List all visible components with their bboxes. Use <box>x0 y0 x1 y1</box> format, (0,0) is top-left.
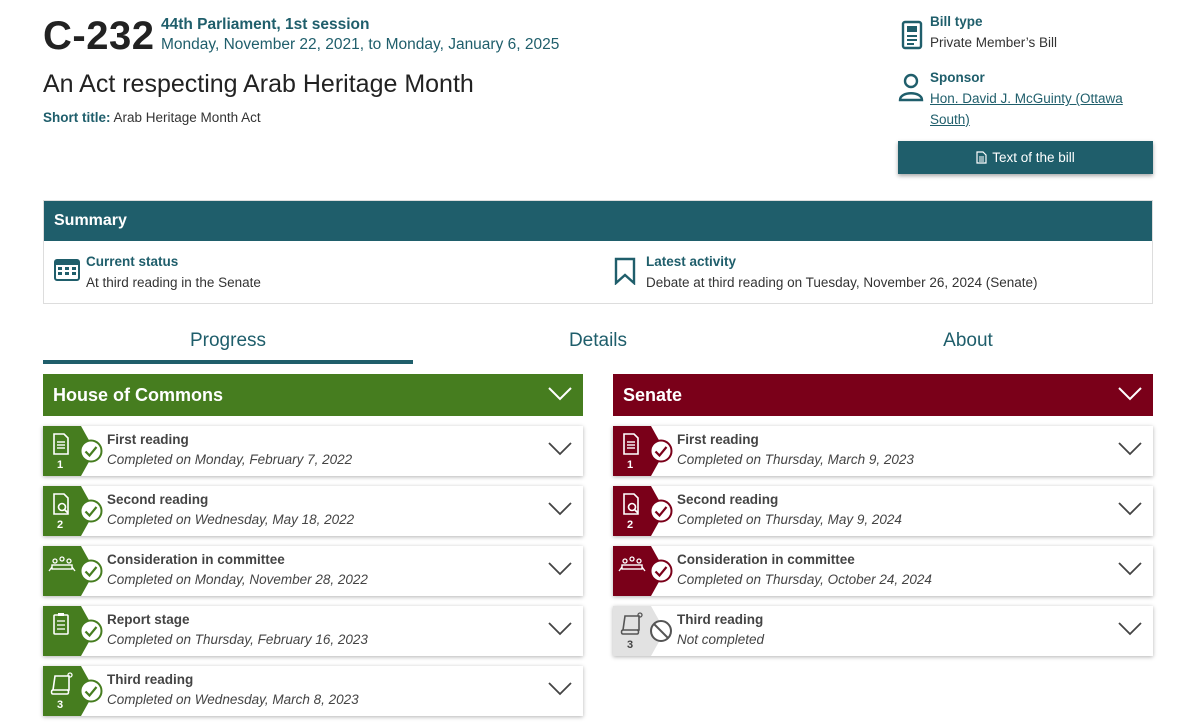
stage-name: Third reading <box>107 672 194 687</box>
bill-number: C-232 <box>43 14 155 58</box>
stage-name: Second reading <box>107 492 209 507</box>
bill-title: An Act respecting Arab Heritage Month <box>43 70 474 98</box>
stage-item[interactable]: Consideration in committee Completed on M… <box>43 546 583 596</box>
stage-name: First reading <box>677 432 759 447</box>
summary-heading: Summary <box>44 201 1152 241</box>
current-status-label: Current status <box>86 254 179 269</box>
bill-meta: Bill type Private Member’s Bill Sponsor … <box>898 12 1153 130</box>
check-circle-icon <box>649 439 673 463</box>
session-dates: Monday, November 22, 2021, to Monday, Ja… <box>161 36 560 53</box>
stage-date: Completed on Thursday, February 16, 2023 <box>107 632 368 647</box>
stage-item[interactable]: 3 Third reading Completed on Wednesday, Ma… <box>43 666 583 716</box>
bill-header: C-232 44th Parliament, 1st session Monda… <box>43 12 1153 182</box>
stage-number: 2 <box>627 519 634 531</box>
stage-date: Completed on Wednesday, March 8, 2023 <box>107 692 359 707</box>
stage-date: Completed on Thursday, October 24, 2024 <box>677 572 932 587</box>
chevron-down-icon[interactable] <box>1117 384 1143 404</box>
check-circle-icon <box>649 559 673 583</box>
bill-type-label: Bill type <box>930 14 983 29</box>
not-completed-icon <box>650 620 672 642</box>
bookmark-icon <box>614 257 636 285</box>
check-circle-icon <box>79 499 103 523</box>
chevron-down-icon[interactable] <box>547 499 573 519</box>
chevron-down-icon[interactable] <box>547 439 573 459</box>
chevron-down-icon[interactable] <box>547 619 573 639</box>
tab-details[interactable]: Details <box>413 326 783 364</box>
short-title-label: Short title: <box>43 110 111 125</box>
parliament-session: 44th Parliament, 1st session <box>161 16 370 33</box>
summary-panel: Summary Current status At third reading … <box>43 200 1153 304</box>
stage-name: Consideration in committee <box>107 552 285 567</box>
sponsor-label: Sponsor <box>930 70 985 85</box>
chevron-down-icon[interactable] <box>547 559 573 579</box>
senate-header[interactable]: Senate <box>613 374 1153 416</box>
stage-date: Completed on Wednesday, May 18, 2022 <box>107 512 355 527</box>
stage-name: Third reading <box>677 612 764 627</box>
stage-item[interactable]: 3 Third reading Not completed <box>613 606 1153 656</box>
chevron-down-icon[interactable] <box>1117 499 1143 519</box>
chevron-down-icon[interactable] <box>1117 439 1143 459</box>
stage-name: Second reading <box>677 492 779 507</box>
check-circle-icon <box>79 559 103 583</box>
check-circle-icon <box>649 499 673 523</box>
check-circle-icon <box>79 439 103 463</box>
tab-about[interactable]: About <box>783 326 1153 364</box>
check-circle-icon <box>79 619 103 643</box>
bill-type: Bill type Private Member’s Bill <box>898 12 1153 68</box>
stage-item[interactable]: Report stage Completed on Thursday, Febru… <box>43 606 583 656</box>
document-icon <box>901 20 923 50</box>
tab-bar: Progress Details About <box>43 326 1153 364</box>
sponsor-link[interactable]: Hon. David J. McGuinty (Ottawa South) <box>930 88 1153 130</box>
senate-stages: 1 First reading Completed on Thursday, Mar… <box>613 426 1153 656</box>
senate-title: Senate <box>623 385 683 405</box>
chevron-down-icon[interactable] <box>1117 559 1143 579</box>
current-status: Current status At third reading in the S… <box>54 253 261 295</box>
sponsor-link-line1[interactable]: Hon. David J. McGuinty (Ottawa <box>930 91 1123 106</box>
latest-activity-label: Latest activity <box>646 254 737 269</box>
person-icon <box>898 73 924 102</box>
stage-name: First reading <box>107 432 189 447</box>
stage-date: Completed on Monday, November 28, 2022 <box>107 572 368 587</box>
text-of-bill-label[interactable]: Text of the bill <box>992 150 1075 165</box>
chevron-down-icon[interactable] <box>1117 619 1143 639</box>
chevron-down-icon[interactable] <box>547 384 573 404</box>
stage-number: 2 <box>57 519 64 531</box>
house-of-commons-panel: House of Commons 1 First reading Completed… <box>43 374 583 716</box>
stage-item[interactable]: 2 Second reading Completed on Thursday, Ma… <box>613 486 1153 536</box>
stage-item[interactable]: 1 First reading Completed on Thursday, Mar… <box>613 426 1153 476</box>
latest-activity-value: Debate at third reading on Tuesday, Nove… <box>646 275 1038 290</box>
stage-item[interactable]: 1 First reading Completed on Monday, Febru… <box>43 426 583 476</box>
senate-panel: Senate 1 First reading Completed on Thursd… <box>613 374 1153 656</box>
stage-item[interactable]: 2 Second reading Completed on Wednesday, M… <box>43 486 583 536</box>
stage-date: Completed on Monday, February 7, 2022 <box>107 452 353 467</box>
check-circle-icon <box>79 679 103 703</box>
stage-name: Consideration in committee <box>677 552 855 567</box>
stage-number: 3 <box>57 699 64 711</box>
stage-item[interactable]: Consideration in committee Completed on T… <box>613 546 1153 596</box>
sponsor-link-line2[interactable]: South) <box>930 112 970 127</box>
text-of-bill-button[interactable]: Text of the bill <box>898 141 1153 174</box>
current-status-value: At third reading in the Senate <box>86 275 261 290</box>
stage-date: Not completed <box>677 632 765 647</box>
stage-number: 1 <box>57 459 64 471</box>
stage-number: 1 <box>627 459 634 471</box>
file-icon <box>976 151 987 164</box>
stage-name: Report stage <box>107 612 190 627</box>
latest-activity: Latest activity Debate at third reading … <box>614 253 1038 295</box>
house-of-commons-title: House of Commons <box>53 385 224 405</box>
tab-progress[interactable]: Progress <box>43 326 413 364</box>
short-title: Short title: Arab Heritage Month Act <box>43 110 261 125</box>
house-of-commons-stages: 1 First reading Completed on Monday, Febru… <box>43 426 583 716</box>
stage-number: 3 <box>627 639 634 651</box>
chevron-down-icon[interactable] <box>547 679 573 699</box>
short-title-value: Arab Heritage Month Act <box>113 110 261 125</box>
bill-type-value: Private Member’s Bill <box>930 35 1058 50</box>
sponsor: Sponsor Hon. David J. McGuinty (Ottawa So… <box>898 68 1153 130</box>
calendar-icon <box>54 259 80 281</box>
stage-date: Completed on Thursday, March 9, 2023 <box>677 452 914 467</box>
stage-date: Completed on Thursday, May 9, 2024 <box>677 512 902 527</box>
house-of-commons-header[interactable]: House of Commons <box>43 374 583 416</box>
